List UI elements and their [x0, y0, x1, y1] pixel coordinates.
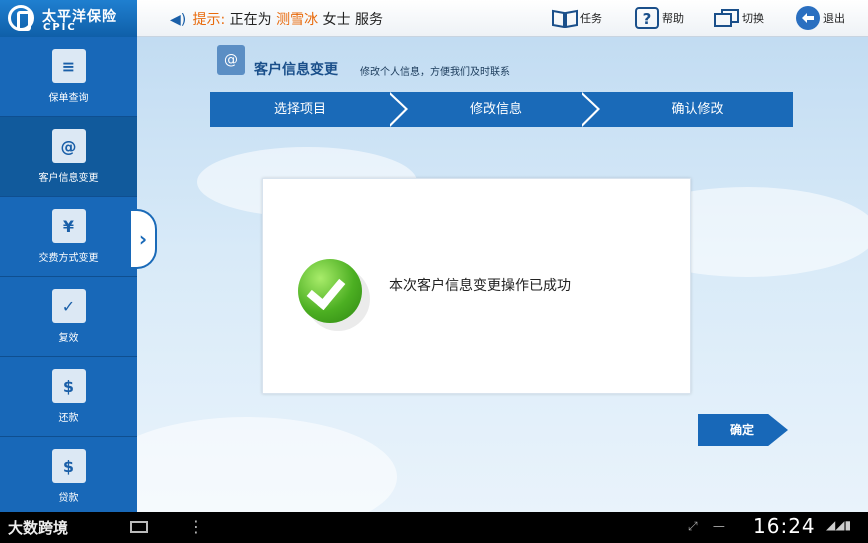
- overflow-menu-icon[interactable]: ⋮: [188, 517, 204, 536]
- help-icon: ?: [634, 6, 660, 30]
- svg-text:?: ?: [643, 10, 652, 28]
- step-progress: 选择项目 修改信息 确认修改: [210, 92, 793, 127]
- background-cloud: [137, 417, 397, 512]
- sidebar-item-label: 还款: [58, 413, 79, 424]
- cpic-logo: 太平洋保险 CPIC: [0, 0, 137, 37]
- signal-icon: ◢◢▮: [826, 518, 852, 532]
- sidebar-item-repay[interactable]: $ 还款: [0, 357, 137, 437]
- customer-info-icon: @: [51, 129, 86, 163]
- sidebar-item-customer-info[interactable]: @ 客户信息变更: [0, 117, 137, 197]
- step-divider-arrow: [579, 92, 600, 127]
- sidebar-item-loan[interactable]: $ 贷款: [0, 437, 137, 517]
- address-book-icon: @: [217, 45, 245, 75]
- exit-button[interactable]: 退出: [795, 3, 845, 33]
- service-hint: ◀) 提示: 正在为 测雪冰 女士 服务: [170, 9, 383, 29]
- sidebar-item-reinstate[interactable]: ✓ 复效: [0, 277, 137, 357]
- system-navigation-bar: 大数跨境 ⋮ ⤢ — 16:24 ◢◢▮: [0, 512, 868, 543]
- result-panel: 本次客户信息变更操作已成功: [262, 178, 691, 394]
- task-button[interactable]: 任务: [552, 3, 602, 33]
- sidebar-toggle-chevron-icon[interactable]: ›: [131, 209, 157, 269]
- book-icon: [552, 6, 578, 30]
- speaker-icon: ◀): [170, 12, 187, 28]
- reinstate-icon: ✓: [51, 289, 86, 323]
- sidebar-item-label: 客户信息变更: [38, 173, 99, 184]
- fullscreen-icon[interactable]: ⤢ —: [688, 519, 725, 534]
- sidebar-item-payment-method[interactable]: ¥ 交费方式变更: [0, 197, 137, 277]
- hint-label: 提示:: [192, 12, 226, 28]
- page-title: 客户信息变更: [254, 62, 338, 78]
- switch-icon: [714, 6, 740, 30]
- payment-bag-icon: ¥: [51, 209, 86, 243]
- sidebar-item-label: 复效: [58, 333, 79, 344]
- step-select-item: 选择项目: [273, 102, 326, 117]
- switch-label: 切换: [742, 12, 764, 25]
- success-check-icon: [298, 259, 362, 323]
- sidebar-item-label: 交费方式变更: [38, 253, 99, 264]
- sidebar-item-policy-search[interactable]: ≡ 保单查询: [0, 37, 137, 117]
- step-divider-arrow: [387, 92, 408, 127]
- page-subtitle: 修改个人信息，方便我们及时联系: [360, 67, 510, 78]
- watermark-text: 大数跨境: [8, 519, 69, 537]
- hint-prefix: 正在为: [229, 12, 272, 28]
- watermark-logo: 大数跨境: [8, 517, 68, 538]
- task-label: 任务: [580, 12, 602, 25]
- customer-name: 测雪冰: [276, 12, 319, 28]
- exit-icon: [795, 6, 821, 30]
- help-button[interactable]: ? 帮助: [634, 3, 684, 33]
- recent-apps-icon[interactable]: [130, 521, 148, 533]
- help-label: 帮助: [662, 12, 684, 25]
- confirm-button[interactable]: 确定: [698, 414, 788, 446]
- sidebar-item-label: 保单查询: [48, 93, 89, 104]
- main-content: @ 客户信息变更 修改个人信息，方便我们及时联系 选择项目 修改信息 确认修改 …: [137, 37, 868, 512]
- sidebar-item-label: 贷款: [58, 493, 79, 504]
- policy-search-icon: ≡: [51, 49, 86, 83]
- logo-text-en: CPIC: [43, 22, 77, 33]
- status-clock: 16:24: [753, 514, 816, 538]
- cpic-logo-icon: [8, 5, 34, 31]
- exit-label: 退出: [823, 12, 845, 25]
- repay-icon: $: [51, 369, 86, 403]
- step-confirm: 确认修改: [671, 102, 724, 117]
- success-message: 本次客户信息变更操作已成功: [389, 278, 571, 294]
- hint-suffix: 女士 服务: [322, 12, 383, 28]
- switch-button[interactable]: 切换: [714, 3, 764, 33]
- loan-icon: $: [51, 449, 86, 483]
- step-edit-info: 修改信息: [469, 102, 522, 117]
- sidebar: ≡ 保单查询 @ 客户信息变更 ¥ 交费方式变更 ✓ 复效 $ 还款 $ 贷款: [0, 37, 137, 517]
- top-bar: 太平洋保险 CPIC ◀) 提示: 正在为 测雪冰 女士 服务 任务 ? 帮助 …: [0, 0, 868, 37]
